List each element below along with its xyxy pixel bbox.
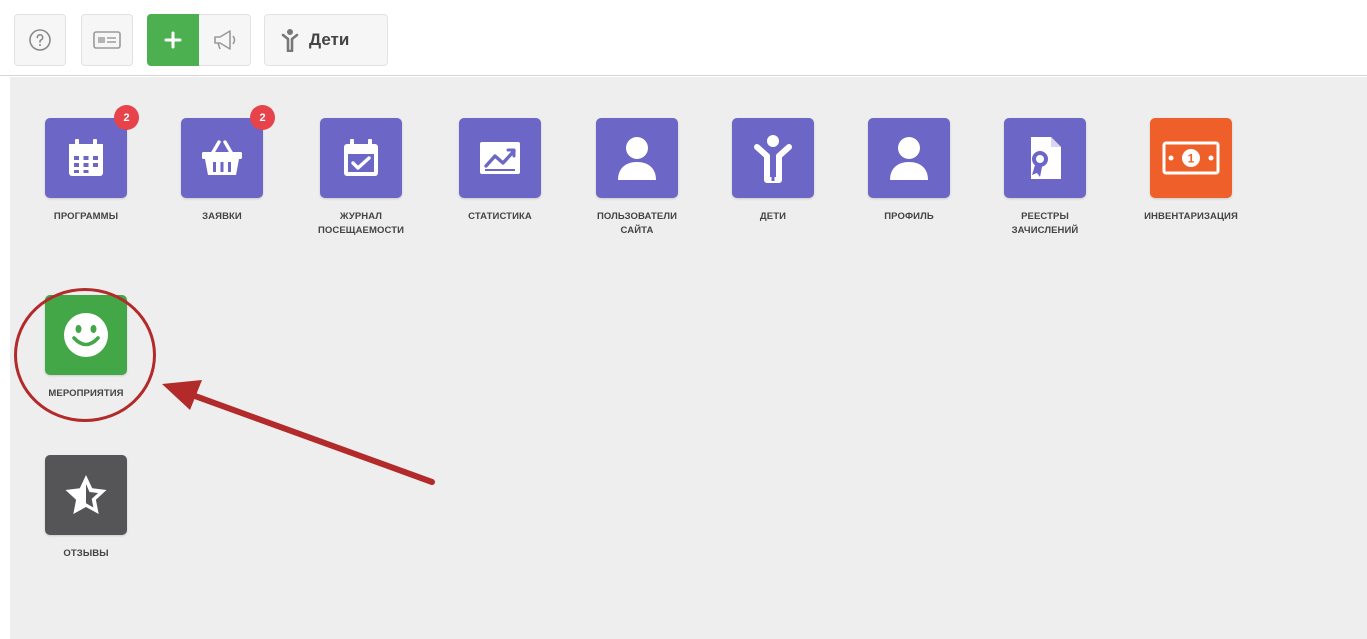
smile-icon: [64, 313, 108, 357]
children-button[interactable]: Дети: [264, 14, 388, 66]
add-button[interactable]: [147, 14, 199, 66]
tile-profile-label: ПРОФИЛЬ: [884, 211, 934, 222]
user-icon: [890, 137, 928, 180]
tile-enrollment-registers[interactable]: РЕЕСТРЫ ЗАЧИСЛЕНИЙ: [975, 118, 1115, 238]
star-icon: [65, 475, 107, 514]
tile-registers-label-line1: РЕЕСТРЫ: [1021, 211, 1069, 222]
id-card-button[interactable]: [81, 14, 133, 66]
tile-reviews-label: ОТЗЫВЫ: [63, 548, 109, 559]
tile-reviews[interactable]: ОТЗЫВЫ: [16, 455, 156, 561]
help-button[interactable]: [14, 14, 66, 66]
tile-reviews-icon-box: [45, 455, 127, 535]
tile-statistics-label: СТАТИСТИКА: [468, 211, 532, 222]
tile-attendance-label: ЖУРНАЛ ПОСЕЩАЕМОСТИ: [291, 210, 431, 238]
tile-site-users[interactable]: ПОЛЬЗОВАТЕЛИ САЙТА: [567, 118, 707, 238]
tile-requests-label: ЗАЯВКИ: [202, 211, 242, 222]
user-icon: [618, 137, 656, 180]
announce-button[interactable]: [199, 14, 251, 66]
tile-inventory[interactable]: 1 ИНВЕНТАРИЗАЦИЯ: [1121, 118, 1261, 224]
certificate-icon: [1031, 137, 1061, 179]
tile-events-label: МЕРОПРИЯТИЯ: [48, 388, 124, 399]
tile-requests[interactable]: 2 ЗАЯВКИ: [152, 105, 292, 224]
plus-icon: [164, 31, 182, 49]
calendar-check-icon: [344, 139, 378, 176]
tile-programs-icon-box: 2: [45, 105, 139, 198]
children-label: Дети: [309, 30, 350, 49]
svg-text:1: 1: [1188, 152, 1195, 166]
tile-registers-icon-box: [1004, 118, 1086, 198]
tile-attendance-label-line1: ЖУРНАЛ: [339, 211, 383, 222]
tile-programs-label: ПРОГРАММЫ: [53, 211, 119, 222]
tile-requests-icon-box: 2: [181, 105, 275, 198]
help-circle-icon: [29, 29, 51, 51]
top-toolbar: Дети: [0, 0, 1367, 76]
tile-children-label: ДЕТИ: [759, 211, 787, 222]
tile-registers-label-line2: ЗАЧИСЛЕНИЙ: [1011, 224, 1079, 236]
tile-attendance-icon-box: [320, 118, 402, 198]
tile-site-users-label: ПОЛЬЗОВАТЕЛИ САЙТА: [567, 210, 707, 238]
tile-statistics[interactable]: СТАТИСТИКА: [430, 118, 570, 224]
tile-inventory-icon-box: 1: [1150, 118, 1232, 198]
tile-events-icon-box: [45, 295, 127, 375]
megaphone-icon: [213, 30, 235, 50]
money-icon: 1: [1162, 141, 1220, 175]
tile-attendance-journal[interactable]: ЖУРНАЛ ПОСЕЩАЕМОСТИ: [291, 118, 431, 238]
calendar-icon: [69, 139, 103, 176]
tile-children-icon-box: [732, 118, 814, 198]
tile-attendance-label-line2: ПОСЕЩАЕМОСТИ: [317, 224, 405, 236]
tile-children[interactable]: ДЕТИ: [703, 118, 843, 224]
chart-icon: [480, 142, 520, 174]
tile-inventory-label: ИНВЕНТАРИЗАЦИЯ: [1144, 211, 1238, 222]
tile-statistics-icon-box: [459, 118, 541, 198]
tile-programs[interactable]: 2 ПРОГРАММЫ: [16, 105, 156, 224]
tile-profile-icon-box: [868, 118, 950, 198]
child-icon: [281, 29, 299, 52]
tile-site-users-label-line1: ПОЛЬЗОВАТЕЛИ: [596, 211, 678, 222]
tile-site-users-label-line2: САЙТА: [620, 224, 654, 236]
id-card-icon: [93, 31, 121, 49]
basket-icon: [202, 140, 242, 175]
tile-registers-label: РЕЕСТРЫ ЗАЧИСЛЕНИЙ: [975, 210, 1115, 238]
tile-site-users-icon-box: [596, 118, 678, 198]
tile-programs-badge: 2: [114, 105, 139, 130]
tile-profile[interactable]: ПРОФИЛЬ: [839, 118, 979, 224]
tile-events[interactable]: МЕРОПРИЯТИЯ: [16, 295, 156, 401]
tile-requests-badge: 2: [250, 105, 275, 130]
child-icon: [754, 135, 792, 183]
